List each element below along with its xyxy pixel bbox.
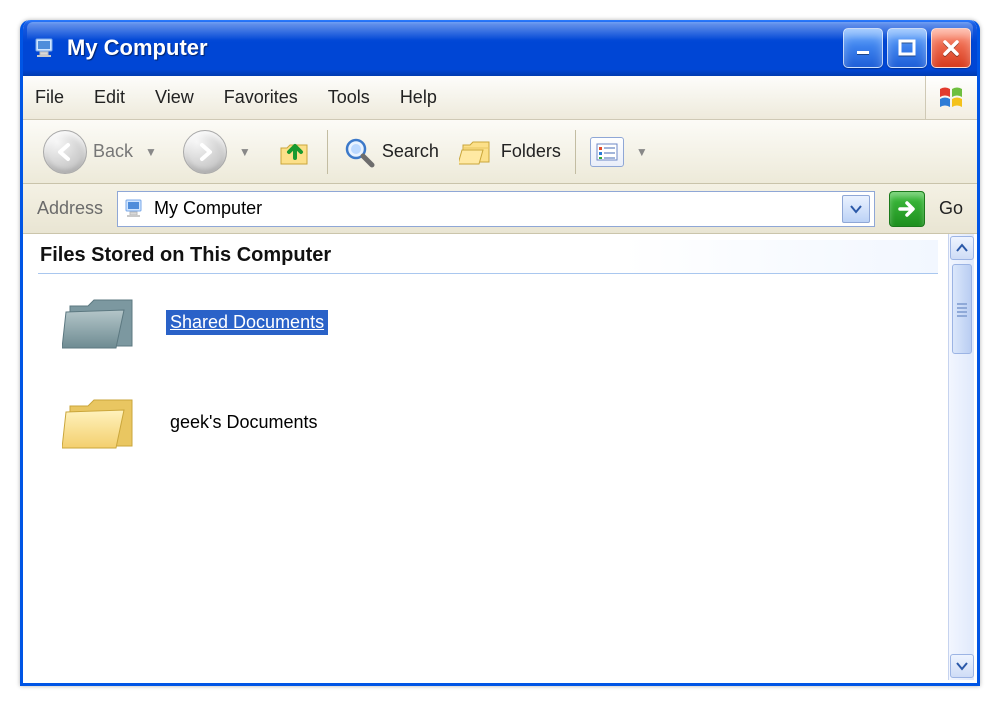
my-computer-icon — [124, 198, 146, 220]
go-label: Go — [939, 198, 963, 219]
folders-button[interactable]: Folders — [449, 136, 571, 168]
toolbar-separator — [327, 130, 328, 174]
window-title: My Computer — [67, 35, 843, 61]
address-label: Address — [37, 198, 103, 219]
address-value: My Computer — [154, 198, 262, 219]
close-button[interactable] — [931, 28, 971, 68]
my-computer-icon — [33, 36, 57, 60]
explorer-window: My Computer File Edit View Favorites Too… — [20, 20, 980, 686]
forward-dropdown[interactable]: ▼ — [239, 145, 251, 159]
views-icon — [590, 137, 624, 167]
menu-bar: File Edit View Favorites Tools Help — [23, 76, 977, 120]
menu-file[interactable]: File — [33, 85, 66, 110]
scroll-up-button[interactable] — [950, 236, 974, 260]
folders-icon — [459, 136, 495, 168]
scroll-track[interactable] — [949, 356, 974, 652]
folder-up-icon — [277, 134, 313, 170]
views-dropdown[interactable]: ▼ — [636, 145, 648, 159]
scroll-down-button[interactable] — [950, 654, 974, 678]
title-bar[interactable]: My Computer — [23, 20, 977, 76]
address-field[interactable]: My Computer — [117, 191, 875, 227]
toolbar-separator-2 — [575, 130, 576, 174]
menu-view[interactable]: View — [153, 85, 196, 110]
folder-label: geek's Documents — [166, 410, 322, 435]
views-button[interactable]: ▼ — [580, 137, 664, 167]
folder-item-shared-documents[interactable]: Shared Documents — [62, 288, 938, 356]
go-button[interactable] — [889, 191, 925, 227]
minimize-button[interactable] — [843, 28, 883, 68]
menu-favorites[interactable]: Favorites — [222, 85, 300, 110]
arrow-right-icon — [896, 198, 918, 220]
chevron-up-icon — [956, 243, 968, 253]
address-bar: Address My Computer Go — [23, 184, 977, 234]
chevron-down-icon — [956, 661, 968, 671]
menu-edit[interactable]: Edit — [92, 85, 127, 110]
scroll-thumb[interactable] — [952, 264, 972, 354]
nav-forward-group[interactable]: ▼ — [173, 130, 267, 174]
folder-shared-icon — [62, 288, 142, 356]
nav-back-group[interactable]: Back ▼ — [33, 130, 173, 174]
section-header: Files Stored on This Computer — [38, 240, 938, 274]
address-dropdown[interactable] — [842, 195, 870, 223]
search-button[interactable]: Search — [332, 135, 449, 169]
search-icon — [342, 135, 376, 169]
content-pane[interactable]: Files Stored on This Computer Shared Doc… — [26, 234, 948, 680]
menu-help[interactable]: Help — [398, 85, 439, 110]
back-dropdown[interactable]: ▼ — [145, 145, 157, 159]
forward-icon — [183, 130, 227, 174]
windows-logo-icon[interactable] — [925, 76, 977, 119]
folders-label: Folders — [501, 141, 561, 162]
toolbar: Back ▼ ▼ Search — [23, 120, 977, 184]
folder-icon — [62, 388, 142, 456]
folder-item-user-documents[interactable]: geek's Documents — [62, 388, 938, 456]
vertical-scrollbar[interactable] — [948, 234, 974, 680]
maximize-button[interactable] — [887, 28, 927, 68]
search-label: Search — [382, 141, 439, 162]
nav-up-button[interactable] — [267, 134, 323, 170]
folder-label: Shared Documents — [166, 310, 328, 335]
back-icon — [43, 130, 87, 174]
menu-tools[interactable]: Tools — [326, 85, 372, 110]
back-label: Back — [93, 141, 133, 162]
